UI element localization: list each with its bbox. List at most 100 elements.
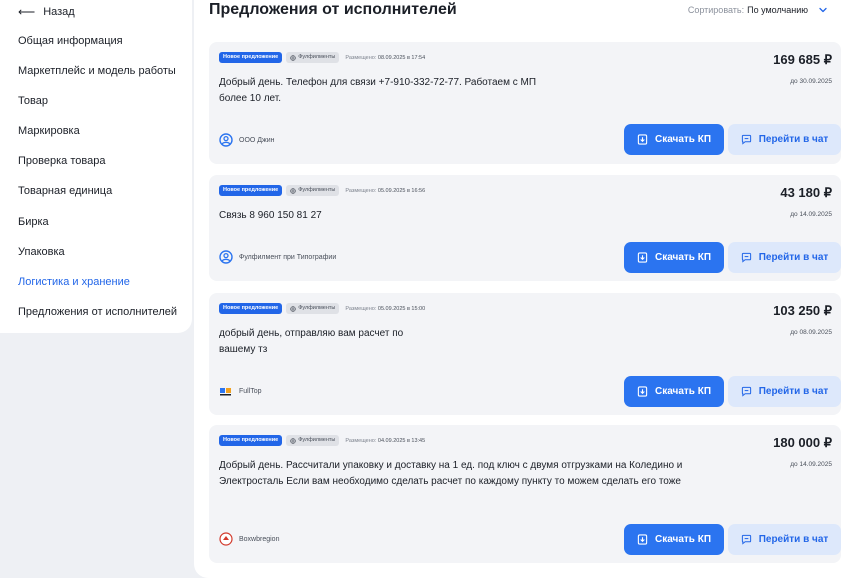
- chat-button[interactable]: Перейти в чат: [728, 524, 841, 555]
- arrow-left-icon: ⟵: [18, 5, 36, 19]
- posted-label: Размещено:: [345, 54, 377, 61]
- offer-deadline: до 14.09.2025: [790, 461, 832, 468]
- posted-value: 05.09.2025 в 15:00: [377, 305, 426, 312]
- chat-label: Перейти в чат: [758, 252, 829, 263]
- download-label: Скачать КП: [654, 252, 712, 263]
- offer-price: 103 250 ₽: [773, 303, 832, 318]
- offer-price: 180 000 ₽: [773, 435, 832, 450]
- category-label: Фулфилменты: [298, 437, 336, 443]
- offer-message: Добрый день. Рассчитали упаковку и доста…: [219, 460, 683, 487]
- chat-icon: [741, 534, 751, 545]
- boxwbregion-logo-icon: [219, 532, 233, 546]
- posted-label: Размещено:: [345, 437, 377, 444]
- company-name: FullTop: [239, 387, 262, 395]
- company-name: ООО Джин: [239, 136, 275, 144]
- download-icon: [637, 252, 648, 263]
- offer-message: Связь 8 960 150 81 27: [219, 210, 322, 221]
- download-label: Скачать КП: [654, 534, 712, 545]
- offer-badges: Новое предложение Фулфилменты Размещено:…: [219, 435, 425, 446]
- sidebar-item-product[interactable]: Товар: [18, 95, 48, 107]
- offer-card: Новое предложение Фулфилменты Размещено:…: [209, 42, 841, 164]
- offer-price: 169 685 ₽: [773, 52, 832, 67]
- chat-button[interactable]: Перейти в чат: [728, 376, 841, 407]
- sidebar-item-packaging[interactable]: Упаковка: [18, 246, 65, 258]
- chat-label: Перейти в чат: [758, 134, 829, 145]
- company-name: Boxwbregion: [239, 535, 280, 543]
- chat-icon: [741, 134, 751, 145]
- download-offer-button[interactable]: Скачать КП: [624, 524, 724, 555]
- new-offer-badge: Новое предложение: [219, 435, 283, 446]
- download-offer-button[interactable]: Скачать КП: [624, 376, 724, 407]
- posted-value: 08.09.2025 в 17:54: [377, 54, 426, 61]
- sidebar-item-tag[interactable]: Бирка: [18, 216, 49, 228]
- sidebar-item-general[interactable]: Общая информация: [18, 35, 123, 47]
- offer-deadline: до 30.09.2025: [790, 78, 832, 85]
- category-label: Фулфилменты: [298, 305, 336, 311]
- main-panel: Предложения от исполнителей Сортировать:…: [194, 0, 865, 578]
- category-badge: Фулфилменты: [286, 303, 340, 314]
- sidebar-item-marketplace[interactable]: Маркетплейс и модель работы: [18, 65, 176, 77]
- sidebar-item-logistics[interactable]: Логистика и хранение: [18, 276, 130, 288]
- chat-icon: [741, 386, 751, 397]
- company-name: Фулфилмент при Типографии: [239, 253, 337, 261]
- chevron-down-icon[interactable]: [818, 5, 828, 15]
- user-icon: [219, 250, 233, 264]
- user-icon: [219, 133, 233, 147]
- category-label: Фулфилменты: [298, 187, 336, 193]
- category-badge: Фулфилменты: [286, 435, 340, 446]
- offer-card: Новое предложение Фулфилменты Размещено:…: [209, 293, 841, 415]
- new-offer-badge: Новое предложение: [219, 52, 283, 63]
- back-button[interactable]: ⟵ Назад: [0, 4, 192, 20]
- back-label: Назад: [43, 6, 75, 18]
- page-title: Предложения от исполнителей: [209, 1, 457, 18]
- offer-card: Новое предложение Фулфилменты Размещено:…: [209, 425, 841, 563]
- chat-button[interactable]: Перейти в чат: [728, 242, 841, 273]
- download-offer-button[interactable]: Скачать КП: [624, 124, 724, 155]
- globe-icon: [290, 187, 296, 194]
- company[interactable]: Boxwbregion: [219, 532, 279, 546]
- sidebar-item-inspection[interactable]: Проверка товара: [18, 155, 105, 167]
- posted-value: 05.09.2025 в 16:56: [377, 187, 426, 194]
- sidebar-item-unit[interactable]: Товарная единица: [18, 185, 112, 197]
- fulltop-logo-icon: [220, 388, 231, 396]
- globe-icon: [290, 437, 296, 444]
- download-label: Скачать КП: [654, 134, 712, 145]
- chat-label: Перейти в чат: [758, 534, 829, 545]
- sort-value[interactable]: По умолчанию: [747, 5, 808, 15]
- offer-badges: Новое предложение Фулфилменты Размещено:…: [219, 52, 425, 63]
- globe-icon: [290, 54, 296, 61]
- offer-badges: Новое предложение Фулфилменты Размещено:…: [219, 185, 425, 196]
- chat-button[interactable]: Перейти в чат: [728, 124, 841, 155]
- chat-icon: [741, 252, 751, 263]
- company[interactable]: FullTop: [219, 384, 262, 398]
- offer-badges: Новое предложение Фулфилменты Размещено:…: [219, 303, 425, 314]
- posted-date: Размещено: 08.09.2025 в 17:54: [345, 55, 425, 61]
- globe-icon: [290, 305, 296, 312]
- sidebar-item-labeling[interactable]: Маркировка: [18, 125, 80, 137]
- download-icon: [637, 386, 648, 397]
- posted-date: Размещено: 04.09.2025 в 13:45: [345, 438, 425, 444]
- chat-label: Перейти в чат: [758, 386, 829, 397]
- posted-label: Размещено:: [345, 305, 377, 312]
- offer-message: добрый день, отправляю вам расчет по ваш…: [219, 328, 404, 355]
- offer-price: 43 180 ₽: [780, 185, 832, 200]
- posted-label: Размещено:: [345, 187, 377, 194]
- company[interactable]: Фулфилмент при Типографии: [219, 250, 336, 264]
- posted-date: Размещено: 05.09.2025 в 16:56: [345, 188, 425, 194]
- download-icon: [637, 534, 648, 545]
- sort-dropdown[interactable]: Сортировать: По умолчанию: [688, 5, 828, 15]
- download-offer-button[interactable]: Скачать КП: [624, 242, 724, 273]
- offer-deadline: до 08.09.2025: [790, 329, 832, 336]
- sidebar-item-offers[interactable]: Предложения от исполнителей: [18, 306, 177, 318]
- new-offer-badge: Новое предложение: [219, 303, 283, 314]
- category-label: Фулфилменты: [298, 54, 336, 60]
- sidebar: ⟵ Назад Общая информация Маркетплейс и м…: [0, 0, 192, 333]
- sort-label: Сортировать:: [687, 5, 745, 15]
- company[interactable]: ООО Джин: [219, 133, 274, 147]
- download-icon: [637, 134, 648, 145]
- category-badge: Фулфилменты: [286, 52, 340, 63]
- download-label: Скачать КП: [654, 386, 712, 397]
- offer-message: Добрый день. Телефон для связи +7-910-33…: [219, 77, 537, 104]
- category-badge: Фулфилменты: [286, 185, 340, 196]
- new-offer-badge: Новое предложение: [219, 185, 283, 196]
